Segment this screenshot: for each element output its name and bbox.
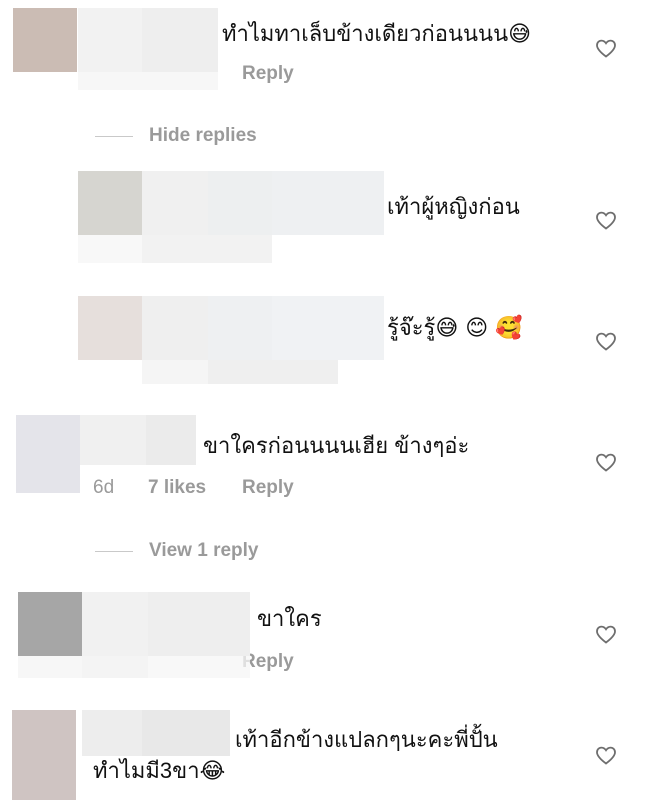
blur-strip [82, 656, 148, 678]
username-redacted [142, 296, 208, 360]
avatar[interactable] [78, 296, 142, 360]
comment-text: รู้จ๊ะรู้😅 😊 🥰 [387, 315, 523, 341]
blur-strip [78, 235, 142, 263]
thread-line [95, 136, 133, 137]
username-redacted [82, 710, 142, 756]
view-replies-button[interactable]: View 1 reply [149, 540, 259, 562]
tears-of-joy-emoji: 😂 [199, 759, 226, 784]
comment-text-line-1: เท้าอีกข้างแปลกๆนะคะพี่ปั้น [235, 727, 498, 752]
blur-strip [78, 72, 218, 90]
username-redacted [82, 592, 148, 656]
heart-outline-icon[interactable] [594, 36, 618, 60]
heart-outline-icon[interactable] [594, 208, 618, 232]
thread-line [95, 551, 133, 552]
username-redacted [208, 171, 272, 235]
username-redacted [148, 592, 250, 656]
comment-text-line-2: ทำไมมี3ขา😂 [93, 758, 226, 784]
avatar[interactable] [12, 710, 76, 800]
blur-strip [142, 360, 208, 384]
avatar[interactable] [16, 415, 80, 493]
likes-count[interactable]: 7 likes [148, 477, 206, 499]
username-redacted [78, 8, 142, 72]
heart-outline-icon[interactable] [594, 450, 618, 474]
username-redacted [142, 171, 208, 235]
username-redacted [80, 415, 146, 465]
username-redacted [142, 710, 230, 756]
blur-strip [208, 360, 338, 384]
comment-text: ขาใครก่อนนนนเฮีย ข้างๆอ่ะ [203, 433, 470, 458]
reply-button[interactable]: Reply [242, 477, 294, 499]
heart-outline-icon[interactable] [594, 743, 618, 767]
heart-outline-icon[interactable] [594, 622, 618, 646]
heart-outline-icon[interactable] [594, 329, 618, 353]
comment-text: ขาใคร [257, 606, 322, 631]
sweat-smile-emoji: 😅 [508, 22, 532, 47]
avatar[interactable] [18, 592, 82, 656]
username-redacted [208, 296, 272, 360]
username-redacted [272, 296, 384, 360]
blur-strip [148, 656, 250, 678]
hide-replies-button[interactable]: Hide replies [149, 125, 257, 147]
comment-age: 6d [93, 477, 115, 498]
username-redacted [142, 8, 218, 72]
avatar[interactable] [13, 8, 77, 72]
comment-text: ทำไมทาเล็บข้างเดียวก่อนนนน😅 [222, 21, 532, 47]
blur-strip [18, 656, 82, 678]
comment-text: เท้าผู้หญิงก่อน [387, 194, 520, 219]
username-redacted [272, 171, 384, 235]
emoji-group: 😅 😊 🥰 [435, 316, 523, 341]
reply-button[interactable]: Reply [242, 63, 294, 85]
avatar[interactable] [78, 171, 142, 235]
blur-strip [142, 235, 272, 263]
username-redacted [146, 415, 196, 465]
